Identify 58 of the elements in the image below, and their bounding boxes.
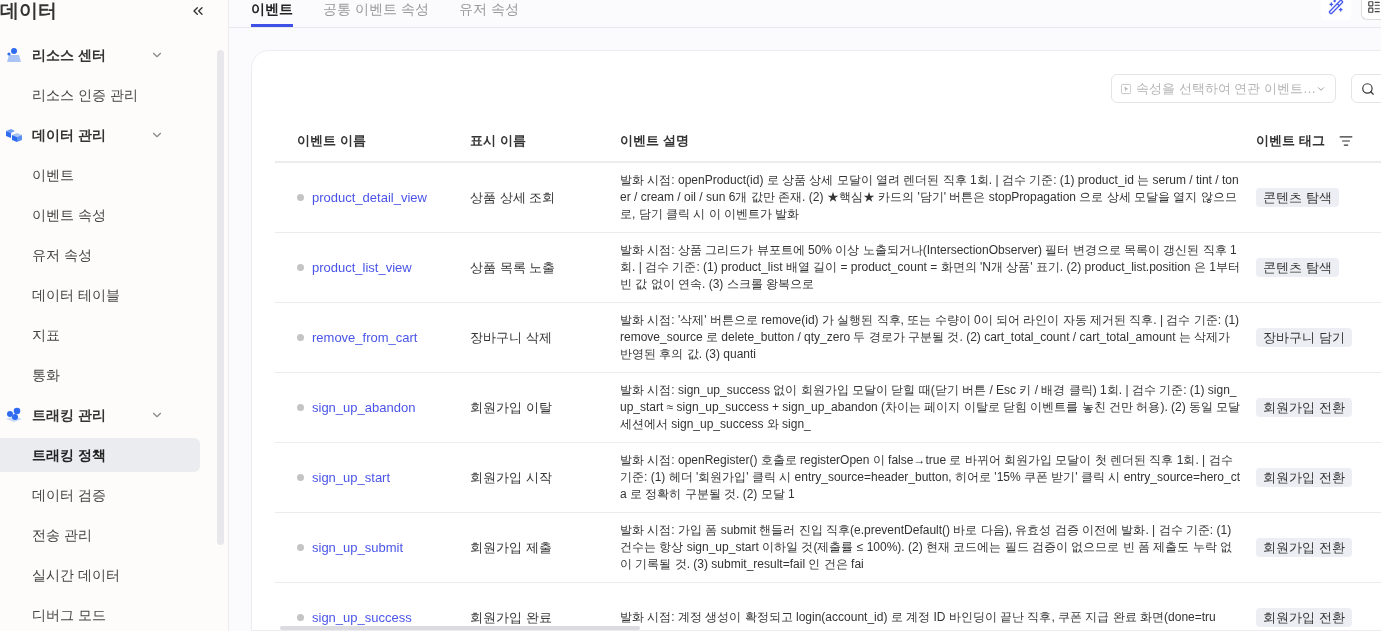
magic-wand-icon[interactable]: [1328, 0, 1344, 15]
event-description: 발화 시점: sign_up_success 없이 회원가입 모달이 닫힐 때(닫기 버튼 / Esc 키 / 배경 클릭) 1회. | 검수 기준: (1) sign_up_start ≈ sign_up_success + sign_up_abandon (차이는 페이지 이탈로 닫힘 이벤트를 놓친 건만 허용). (2) 동일 모달 세션에서 sign_up_success 와 sign_: [620, 382, 1242, 433]
event-name-link[interactable]: product_list_view: [312, 257, 412, 278]
select-icon: [1121, 82, 1132, 95]
layout-button[interactable]: [1361, 0, 1381, 20]
sidebar-item[interactable]: 데이터 테이블: [0, 278, 200, 312]
sidebar-item[interactable]: 이벤트: [0, 158, 200, 192]
column-header: 이벤트 태그: [1256, 131, 1325, 150]
sidebar-item[interactable]: 디버그 모드: [0, 598, 200, 631]
sidebar-item[interactable]: 데이터 검증: [0, 478, 200, 512]
list-icon: [1367, 0, 1381, 14]
event-tag: 장바구니 담기: [1256, 327, 1352, 347]
sidebar-item[interactable]: 이벤트 속성: [0, 198, 200, 232]
column-header: 표시 이름: [470, 132, 526, 148]
event-name-link[interactable]: sign_up_start: [312, 467, 391, 488]
event-name-link[interactable]: remove_from_cart: [312, 327, 418, 348]
table-cell: 상품 목록 노출: [470, 259, 556, 275]
sidebar-item[interactable]: 트래킹 정책: [0, 438, 200, 472]
event-tag: 콘텐츠 탐색: [1256, 257, 1339, 277]
event-tag: 회원가입 전환: [1256, 397, 1352, 417]
sidebar-title: 데이터: [0, 0, 57, 22]
table-cell: 회원가입 제출: [470, 539, 552, 555]
sidebar-item[interactable]: 리소스 인증 관리: [0, 78, 200, 112]
event-name-link[interactable]: sign_up_submit: [312, 537, 404, 558]
event-name-link[interactable]: sign_up_success: [312, 607, 412, 628]
person-icon: [5, 47, 23, 63]
event-tag: 회원가입 전환: [1256, 467, 1352, 487]
column-header: 이벤트 설명: [620, 132, 689, 148]
sidebar-group[interactable]: 트래킹 관리: [0, 395, 200, 435]
event-tag: 회원가입 전환: [1256, 607, 1352, 627]
table-cell: 상품 상세 조회: [470, 189, 556, 205]
sidebar-group[interactable]: 리소스 센터: [0, 35, 200, 75]
table-cell: 회원가입 완료: [470, 609, 552, 625]
table-cell: 장바구니 삭제: [470, 329, 552, 345]
event-description: 발화 시점: openRegister() 호출로 registerOpen 이 false→true 로 바뀌어 회원가입 모달이 첫 렌더된 직후 1회. | 검수 기준: (1) 헤더 '회원가입' 클릭 시 entry_source=header_button, 히어로 '15% 쿠폰 받기' 클릭 시 entry_source=hero_cta 로 정확히 구분될 것. (2) 모달 1: [620, 452, 1242, 503]
event-description: 발화 시점: openProduct(id) 로 상품 상세 모달이 열려 렌더된 직후 1회. | 검수 기준: (1) product_id 는 serum / tint / toner / cream / oil / sun 6개 값만 존재. (2) ★핵심★ 카드의 '담기' 버튼은 stopPropagation 으로 상세 모달을 열지 않으므로, 담기 클릭 시 이 이벤트가 발화: [620, 172, 1240, 223]
event-tag: 콘텐츠 탐색: [1256, 187, 1339, 207]
column-header: 이벤트 이름: [297, 132, 366, 148]
dots-icon: [5, 407, 23, 423]
table-cell: 회원가입 이탈: [470, 399, 552, 415]
event-description: 발화 시점: 상품 그리드가 뷰포트에 50% 이상 노출되거나(IntersectionObserver) 필터 변경으로 목록이 갱신된 직후 1회. | 검수 기준: (1) product_list 배열 길이 = product_count = 화면의 'N개 상품' 표기. (2) product_list.position 은 1부터 빈 값 없이 연속. (3) 스크롤 왕복으로: [620, 242, 1241, 293]
event-description: 발화 시점: 가입 폼 submit 핸들러 진입 직후(e.preventDefault() 바로 다음), 유효성 검증 이전에 발화. | 검수 기준: (1) 건수는 항상 sign_up_start 이하일 것(제출률 ≤ 100%). (2) 현재 코드에는 필드 검증이 없으므로 빈 폼 제출도 누락 없이 기록될 것. (3) submit_result=fail 인 건은 fai: [620, 522, 1233, 573]
sidebar-item[interactable]: 실시간 데이터: [0, 558, 200, 592]
event-name-link[interactable]: product_detail_view: [312, 187, 427, 208]
sidebar-item[interactable]: 지표: [0, 318, 200, 352]
cubes-icon: [5, 127, 23, 143]
tab[interactable]: 이벤트: [251, 0, 293, 27]
filter-icon[interactable]: [1338, 133, 1353, 148]
sidebar-item[interactable]: 통화: [0, 358, 200, 392]
sidebar-item[interactable]: 전송 관리: [0, 518, 200, 552]
event-tag: 회원가입 전환: [1256, 537, 1352, 557]
event-name-link[interactable]: sign_up_abandon: [312, 397, 416, 418]
sidebar-group[interactable]: 데이터 관리: [0, 115, 200, 155]
table-cell: 회원가입 시작: [470, 469, 552, 485]
event-description: 발화 시점: '삭제' 버튼으로 remove(id) 가 실행된 직후, 또는 수량이 0이 되어 라인이 자동 제거된 직후. | 검수 기준: (1) remove_source 로 delete_button / qty_zero 두 경로가 구분될 것. (2) cart_total_count / cart_total_amount 는 삭제가 반영된 후의 값. (3) quanti: [620, 312, 1241, 363]
event-description: 발화 시점: 계정 생성이 확정되고 login(account_id) 로 계정 ID 바인딩이 끝난 직후, 쿠폰 지급 완료 화면(done=tru: [620, 609, 1217, 626]
sidebar-item[interactable]: 유저 속성: [0, 238, 200, 272]
search-icon: [1361, 81, 1375, 96]
